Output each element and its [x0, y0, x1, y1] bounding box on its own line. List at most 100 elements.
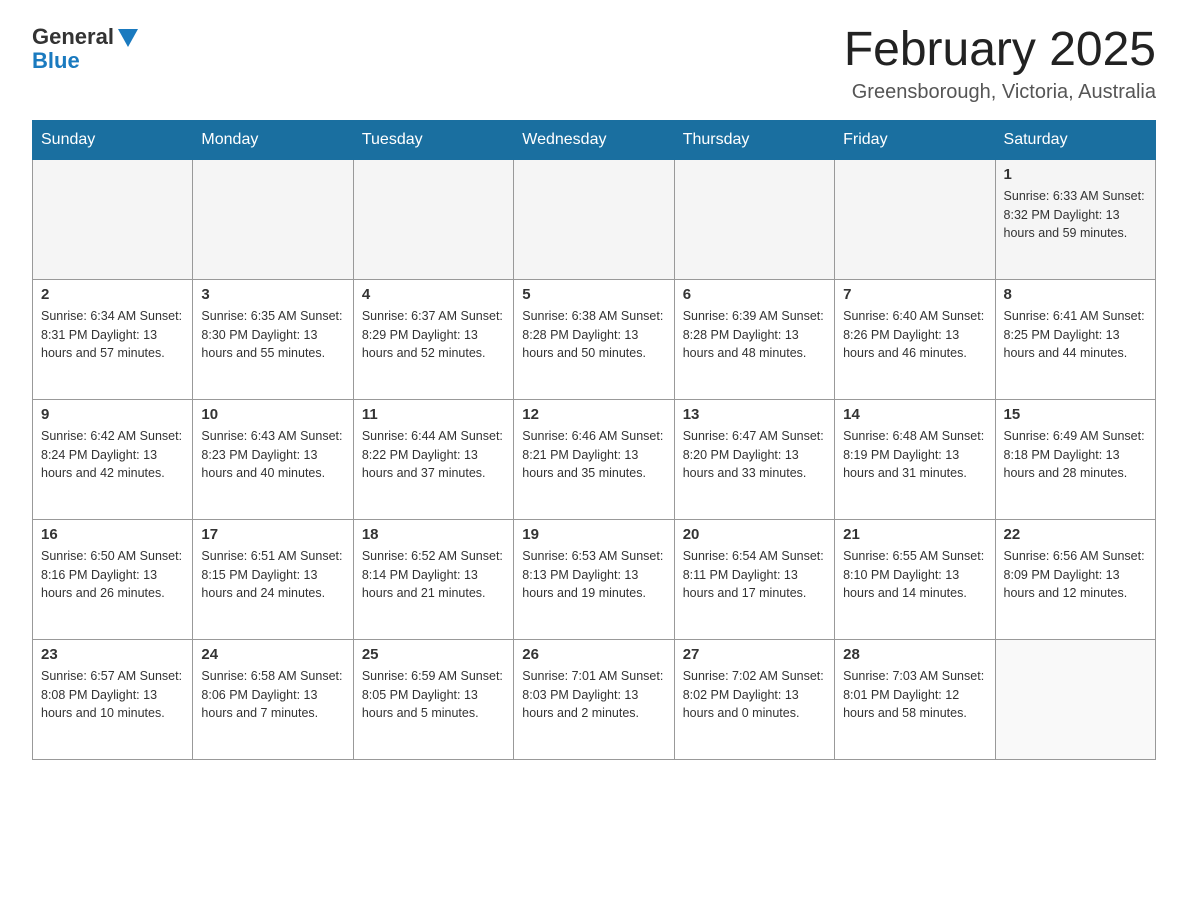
day-info: Sunrise: 6:57 AM Sunset: 8:08 PM Dayligh…	[41, 667, 184, 723]
calendar-day-cell	[353, 159, 513, 279]
day-info: Sunrise: 6:38 AM Sunset: 8:28 PM Dayligh…	[522, 307, 665, 363]
day-number: 6	[683, 286, 826, 303]
day-info: Sunrise: 6:42 AM Sunset: 8:24 PM Dayligh…	[41, 427, 184, 483]
calendar-day-cell: 9 Sunrise: 6:42 AM Sunset: 8:24 PM Daylig…	[33, 399, 193, 519]
calendar-day-cell: 24 Sunrise: 6:58 AM Sunset: 8:06 PM Dayli…	[193, 639, 353, 759]
calendar-day-cell	[514, 159, 674, 279]
day-number: 1	[1004, 166, 1147, 183]
header-sunday: Sunday	[33, 120, 193, 159]
day-number: 4	[362, 286, 505, 303]
header-tuesday: Tuesday	[353, 120, 513, 159]
day-info: Sunrise: 6:35 AM Sunset: 8:30 PM Dayligh…	[201, 307, 344, 363]
day-number: 23	[41, 646, 184, 663]
day-number: 16	[41, 526, 184, 543]
day-info: Sunrise: 6:34 AM Sunset: 8:31 PM Dayligh…	[41, 307, 184, 363]
calendar-day-cell	[835, 159, 995, 279]
logo-blue-text: Blue	[32, 48, 80, 74]
day-number: 26	[522, 646, 665, 663]
calendar-week-row: 9 Sunrise: 6:42 AM Sunset: 8:24 PM Daylig…	[33, 399, 1156, 519]
day-info: Sunrise: 6:52 AM Sunset: 8:14 PM Dayligh…	[362, 547, 505, 603]
header-saturday: Saturday	[995, 120, 1155, 159]
day-number: 28	[843, 646, 986, 663]
day-info: Sunrise: 6:56 AM Sunset: 8:09 PM Dayligh…	[1004, 547, 1147, 603]
header-thursday: Thursday	[674, 120, 834, 159]
day-info: Sunrise: 6:50 AM Sunset: 8:16 PM Dayligh…	[41, 547, 184, 603]
calendar-day-cell: 6 Sunrise: 6:39 AM Sunset: 8:28 PM Daylig…	[674, 279, 834, 399]
calendar-week-row: 16 Sunrise: 6:50 AM Sunset: 8:16 PM Dayli…	[33, 519, 1156, 639]
day-number: 27	[683, 646, 826, 663]
day-number: 18	[362, 526, 505, 543]
header-monday: Monday	[193, 120, 353, 159]
calendar-week-row: 23 Sunrise: 6:57 AM Sunset: 8:08 PM Dayli…	[33, 639, 1156, 759]
day-number: 9	[41, 406, 184, 423]
calendar-day-cell: 15 Sunrise: 6:49 AM Sunset: 8:18 PM Dayli…	[995, 399, 1155, 519]
day-info: Sunrise: 6:41 AM Sunset: 8:25 PM Dayligh…	[1004, 307, 1147, 363]
calendar-day-cell	[33, 159, 193, 279]
day-number: 12	[522, 406, 665, 423]
calendar-week-row: 2Sunrise: 6:34 AM Sunset: 8:31 PM Daylig…	[33, 279, 1156, 399]
day-info: Sunrise: 6:51 AM Sunset: 8:15 PM Dayligh…	[201, 547, 344, 603]
day-number: 5	[522, 286, 665, 303]
day-number: 7	[843, 286, 986, 303]
calendar-week-row: 1Sunrise: 6:33 AM Sunset: 8:32 PM Daylig…	[33, 159, 1156, 279]
calendar-day-cell: 14 Sunrise: 6:48 AM Sunset: 8:19 PM Dayli…	[835, 399, 995, 519]
calendar-day-cell: 13 Sunrise: 6:47 AM Sunset: 8:20 PM Dayli…	[674, 399, 834, 519]
calendar-day-cell	[674, 159, 834, 279]
calendar-day-cell: 1Sunrise: 6:33 AM Sunset: 8:32 PM Daylig…	[995, 159, 1155, 279]
day-info: Sunrise: 6:37 AM Sunset: 8:29 PM Dayligh…	[362, 307, 505, 363]
calendar-day-cell: 21Sunrise: 6:55 AM Sunset: 8:10 PM Dayli…	[835, 519, 995, 639]
calendar-day-cell: 28 Sunrise: 7:03 AM Sunset: 8:01 PM Dayli…	[835, 639, 995, 759]
day-info: Sunrise: 6:59 AM Sunset: 8:05 PM Dayligh…	[362, 667, 505, 723]
day-number: 15	[1004, 406, 1147, 423]
calendar-day-cell: 16 Sunrise: 6:50 AM Sunset: 8:16 PM Dayli…	[33, 519, 193, 639]
calendar-table: SundayMondayTuesdayWednesdayThursdayFrid…	[32, 120, 1156, 760]
calendar-day-cell: 26 Sunrise: 7:01 AM Sunset: 8:03 PM Dayli…	[514, 639, 674, 759]
day-info: Sunrise: 7:02 AM Sunset: 8:02 PM Dayligh…	[683, 667, 826, 723]
calendar-day-cell: 25 Sunrise: 6:59 AM Sunset: 8:05 PM Dayli…	[353, 639, 513, 759]
day-number: 25	[362, 646, 505, 663]
calendar-day-cell: 10 Sunrise: 6:43 AM Sunset: 8:23 PM Dayli…	[193, 399, 353, 519]
day-number: 14	[843, 406, 986, 423]
location: Greensborough, Victoria, Australia	[844, 81, 1156, 104]
day-info: Sunrise: 6:46 AM Sunset: 8:21 PM Dayligh…	[522, 427, 665, 483]
calendar-day-cell: 27 Sunrise: 7:02 AM Sunset: 8:02 PM Dayli…	[674, 639, 834, 759]
calendar-day-cell	[995, 639, 1155, 759]
day-number: 3	[201, 286, 344, 303]
day-number: 10	[201, 406, 344, 423]
month-title: February 2025	[844, 24, 1156, 77]
calendar-day-cell: 22Sunrise: 6:56 AM Sunset: 8:09 PM Dayli…	[995, 519, 1155, 639]
day-number: 13	[683, 406, 826, 423]
calendar-day-cell: 11Sunrise: 6:44 AM Sunset: 8:22 PM Dayli…	[353, 399, 513, 519]
header-friday: Friday	[835, 120, 995, 159]
day-info: Sunrise: 6:55 AM Sunset: 8:10 PM Dayligh…	[843, 547, 986, 603]
calendar-day-cell: 23 Sunrise: 6:57 AM Sunset: 8:08 PM Dayli…	[33, 639, 193, 759]
day-info: Sunrise: 6:48 AM Sunset: 8:19 PM Dayligh…	[843, 427, 986, 483]
day-info: Sunrise: 6:44 AM Sunset: 8:22 PM Dayligh…	[362, 427, 505, 483]
calendar-day-cell: 19Sunrise: 6:53 AM Sunset: 8:13 PM Dayli…	[514, 519, 674, 639]
day-number: 19	[522, 526, 665, 543]
calendar-day-cell: 20 Sunrise: 6:54 AM Sunset: 8:11 PM Dayli…	[674, 519, 834, 639]
calendar-day-cell: 3 Sunrise: 6:35 AM Sunset: 8:30 PM Daylig…	[193, 279, 353, 399]
day-info: Sunrise: 7:03 AM Sunset: 8:01 PM Dayligh…	[843, 667, 986, 723]
calendar-day-cell: 2Sunrise: 6:34 AM Sunset: 8:31 PM Daylig…	[33, 279, 193, 399]
logo-triangle-icon	[118, 29, 138, 47]
day-number: 24	[201, 646, 344, 663]
calendar-day-cell	[193, 159, 353, 279]
day-number: 17	[201, 526, 344, 543]
day-info: Sunrise: 6:54 AM Sunset: 8:11 PM Dayligh…	[683, 547, 826, 603]
day-info: Sunrise: 7:01 AM Sunset: 8:03 PM Dayligh…	[522, 667, 665, 723]
day-info: Sunrise: 6:40 AM Sunset: 8:26 PM Dayligh…	[843, 307, 986, 363]
calendar-header-row: SundayMondayTuesdayWednesdayThursdayFrid…	[33, 120, 1156, 159]
day-number: 20	[683, 526, 826, 543]
day-info: Sunrise: 6:47 AM Sunset: 8:20 PM Dayligh…	[683, 427, 826, 483]
calendar-day-cell: 8Sunrise: 6:41 AM Sunset: 8:25 PM Daylig…	[995, 279, 1155, 399]
day-info: Sunrise: 6:43 AM Sunset: 8:23 PM Dayligh…	[201, 427, 344, 483]
calendar-day-cell: 4 Sunrise: 6:37 AM Sunset: 8:29 PM Daylig…	[353, 279, 513, 399]
calendar-day-cell: 7 Sunrise: 6:40 AM Sunset: 8:26 PM Daylig…	[835, 279, 995, 399]
day-info: Sunrise: 6:49 AM Sunset: 8:18 PM Dayligh…	[1004, 427, 1147, 483]
logo: General Blue	[32, 24, 138, 74]
day-info: Sunrise: 6:58 AM Sunset: 8:06 PM Dayligh…	[201, 667, 344, 723]
day-info: Sunrise: 6:39 AM Sunset: 8:28 PM Dayligh…	[683, 307, 826, 363]
calendar-day-cell: 5 Sunrise: 6:38 AM Sunset: 8:28 PM Daylig…	[514, 279, 674, 399]
calendar-day-cell: 12 Sunrise: 6:46 AM Sunset: 8:21 PM Dayli…	[514, 399, 674, 519]
